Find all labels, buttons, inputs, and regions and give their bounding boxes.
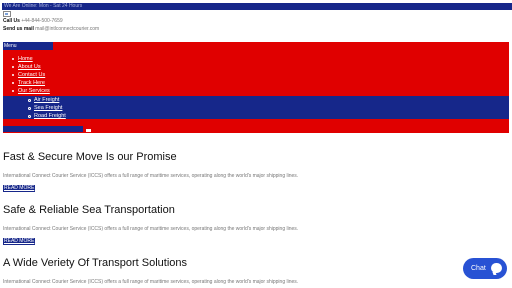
hero-section-1: Fast & Secure Move Is our Promise Intern…	[3, 151, 298, 192]
nav-item-home[interactable]: Home	[10, 55, 50, 63]
nav-link[interactable]: Home	[10, 56, 33, 62]
submenu-link[interactable]: Air Freight	[26, 97, 59, 103]
nav-item-about[interactable]: About Us	[10, 63, 50, 71]
mail-label: Send us mail	[3, 26, 34, 32]
call-number[interactable]: +44-844-500-7659	[21, 18, 62, 24]
submenu-link[interactable]: Road Freight	[26, 113, 66, 119]
chat-bubble-icon	[491, 263, 502, 273]
submenu-item-road[interactable]: Road Freight	[26, 112, 66, 120]
nav-link[interactable]: Our Services	[10, 88, 50, 94]
hero-section-3: A Wide Veriety Of Transport Solutions In…	[3, 257, 298, 285]
mail-address[interactable]: mail@intlconnectcourier.com	[35, 26, 99, 32]
submenu-item-sea[interactable]: Sea Freight	[26, 104, 66, 112]
nav-item-contact[interactable]: Contact Us	[10, 71, 50, 79]
main-navigation	[3, 42, 509, 133]
section-text: International Connect Courier Service (I…	[3, 173, 299, 179]
section-text: International Connect Courier Service (I…	[3, 279, 299, 285]
submenu-item-air[interactable]: Air Freight	[26, 96, 66, 104]
nav-item-services[interactable]: Our Services	[10, 87, 50, 95]
nav-item-track[interactable]: Track Here	[10, 79, 50, 87]
send-mail: Send us mail mail@intlconnectcourier.com	[3, 26, 99, 33]
nav-link[interactable]: Track Here	[10, 80, 45, 86]
nav-toggle-icon[interactable]	[86, 129, 91, 132]
nav-link[interactable]: About Us	[10, 64, 41, 70]
call-us: Call Us +44-844-500-7659	[3, 18, 63, 25]
chat-label: Chat	[471, 265, 486, 272]
logo-icon[interactable]	[3, 11, 11, 17]
nav-search-bar[interactable]	[3, 126, 83, 132]
services-submenu-band	[3, 96, 509, 119]
section-title: Safe & Reliable Sea Transportation	[3, 204, 175, 216]
menu-toggle-button[interactable]: Menu	[3, 42, 53, 50]
nav-menu: Home About Us Contact Us Track Here Our …	[10, 55, 50, 95]
chat-button[interactable]: Chat	[463, 258, 507, 279]
services-submenu: Air Freight Sea Freight Road Freight	[26, 96, 66, 120]
hero-section-2: Safe & Reliable Sea Transportation Inter…	[3, 204, 298, 245]
section-text: International Connect Courier Service (I…	[3, 226, 299, 232]
topbar: We Are Online: Mon - Sat 24 Hours	[2, 3, 512, 10]
section-title: A Wide Veriety Of Transport Solutions	[3, 257, 188, 269]
section-title: Fast & Secure Move Is our Promise	[3, 151, 177, 163]
read-more-button[interactable]: READ MORE	[3, 238, 36, 245]
submenu-link[interactable]: Sea Freight	[26, 105, 62, 111]
nav-link[interactable]: Contact Us	[10, 72, 45, 78]
read-more-button[interactable]: READ MORE	[3, 185, 36, 192]
call-label: Call Us	[3, 18, 20, 24]
